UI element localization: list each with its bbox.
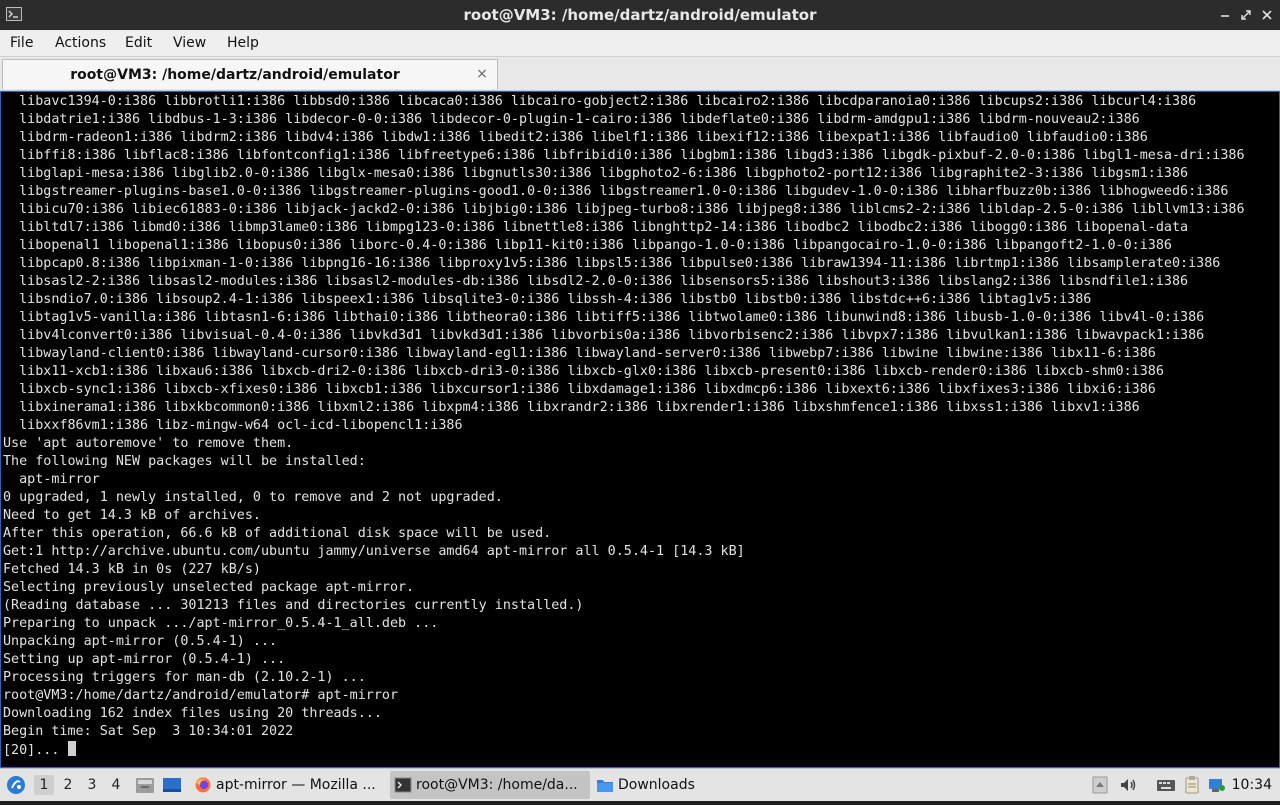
terminal-line: libicu70:i386 libiec61883-0:i386 libjack…	[3, 202, 1245, 217]
terminal-line: Selecting previously unselected package …	[3, 580, 415, 595]
terminal-line: libpcap0.8:i386 libpixman-1-0:i386 libpn…	[3, 256, 1221, 271]
terminal-line: libxinerama1:i386 libxkbcommon0:i386 lib…	[3, 400, 1140, 415]
terminal-line: root@VM3:/home/dartz/android/emulator# a…	[3, 688, 399, 703]
workspace-1[interactable]: 1	[34, 775, 54, 795]
keyboard-icon[interactable]	[1156, 775, 1176, 795]
menu-view[interactable]: View	[173, 30, 206, 56]
terminal-line: libv4lconvert0:i386 libvisual-0.4-0:i386…	[3, 328, 1205, 343]
tab-close-icon[interactable]: ×	[475, 67, 489, 81]
terminal-line: libdrm-radeon1:i386 libdrm2:i386 libdv4:…	[3, 130, 1148, 145]
terminal-line: Downloading 162 index files using 20 thr…	[3, 706, 382, 721]
terminal-line: libxcb-sync1:i386 libxcb-xfixes0:i386 li…	[3, 382, 1156, 397]
terminal-line: Setting up apt-mirror (0.5.4-1) ...	[3, 652, 286, 667]
tab-terminal[interactable]: root@VM3: /home/dartz/android/emulator ×	[2, 59, 498, 89]
terminal-line: libsndio7.0:i386 libsoup2.4-1:i386 libsp…	[3, 292, 1092, 307]
folder-icon	[597, 780, 613, 792]
tray-scroll-up-icon[interactable]	[1090, 775, 1110, 795]
menu-help[interactable]: Help	[227, 30, 259, 56]
minimize-icon[interactable]	[1217, 7, 1233, 23]
workspace-4[interactable]: 4	[106, 775, 126, 795]
terminal-line: libwayland-client0:i386 libwayland-curso…	[3, 346, 1156, 361]
terminal-line: Preparing to unpack .../apt-mirror_0.5.4…	[3, 616, 439, 631]
terminal-line: Unpacking apt-mirror (0.5.4-1) ...	[3, 634, 278, 649]
menu-bar: File Actions Edit View Help	[0, 30, 1280, 57]
menu-edit[interactable]: Edit	[125, 30, 152, 56]
clipboard-icon[interactable]	[1182, 775, 1202, 795]
terminal-line: libopenal1 libopenal1:i386 libopus0:i386…	[3, 238, 1172, 253]
terminal-output[interactable]: libavc1394-0:i386 libbrotli1:i386 libbsd…	[0, 91, 1280, 768]
terminal-line: Begin time: Sat Sep 3 10:34:01 2022	[3, 724, 294, 739]
terminal-line: Need to get 14.3 kB of archives.	[3, 508, 261, 523]
terminal-line: libx11-xcb1:i386 libxau6:i386 libxcb-dri…	[3, 364, 1164, 379]
terminal-line: libltdl7:i386 libmd0:i386 libmp3lame0:i3…	[3, 220, 1189, 235]
terminal-line: (Reading database ... 301213 files and d…	[3, 598, 584, 613]
terminal-line: After this operation, 66.6 kB of additio…	[3, 526, 552, 541]
terminal-line: libdatrie1:i386 libdbus-1-3:i386 libdeco…	[3, 112, 1140, 127]
terminal-lines: libavc1394-0:i386 libbrotli1:i386 libbsd…	[3, 93, 1277, 759]
terminal-line: 0 upgraded, 1 newly installed, 0 to remo…	[3, 490, 503, 505]
terminal-line: Fetched 14.3 kB in 0s (227 kB/s)	[3, 562, 261, 577]
task-label: Downloads	[618, 777, 695, 793]
task-label: root@VM3: /home/da...	[416, 777, 578, 793]
firefox-icon	[195, 777, 211, 793]
terminal-icon	[394, 777, 412, 793]
maximize-icon[interactable]	[1238, 7, 1254, 23]
task-downloads[interactable]: Downloads	[592, 771, 712, 799]
show-desktop-icon[interactable]	[160, 769, 184, 801]
terminal-line: Get:1 http://archive.ubuntu.com/ubuntu j…	[3, 544, 745, 559]
start-menu-icon[interactable]	[4, 769, 28, 801]
clock[interactable]: 10:34	[1232, 769, 1272, 801]
taskbar: 1 2 3 4 apt-mirror — Mozilla ... root@VM…	[0, 768, 1280, 801]
file-manager-launcher-icon[interactable]	[134, 769, 156, 801]
workspace-3[interactable]: 3	[82, 775, 102, 795]
terminal-line: libglapi-mesa:i386 libglib2.0-0:i386 lib…	[3, 166, 1189, 181]
terminal-line: libffi8:i386 libflac8:i386 libfontconfig…	[3, 148, 1245, 163]
task-firefox[interactable]: apt-mirror — Mozilla ...	[190, 771, 386, 799]
network-icon[interactable]	[1207, 775, 1227, 795]
terminal-line: The following NEW packages will be insta…	[3, 454, 366, 469]
terminal-line: [20]...	[3, 741, 1277, 759]
menu-actions[interactable]: Actions	[55, 30, 106, 56]
terminal-line: libsasl2-2:i386 libsasl2-modules:i386 li…	[3, 274, 1189, 289]
task-label: apt-mirror — Mozilla ...	[216, 777, 376, 793]
terminal-line: Processing triggers for man-db (2.10.2-1…	[3, 670, 366, 685]
tab-label: root@VM3: /home/dartz/android/emulator	[70, 67, 400, 83]
task-terminal[interactable]: root@VM3: /home/da...	[390, 771, 590, 799]
close-icon[interactable]	[1259, 7, 1275, 23]
terminal-line: apt-mirror	[3, 472, 100, 487]
terminal-cursor	[67, 741, 76, 756]
workspace-2[interactable]: 2	[58, 775, 78, 795]
menu-file[interactable]: File	[10, 30, 33, 56]
terminal-line: Use 'apt autoremove' to remove them.	[3, 436, 294, 451]
window-titlebar: root@VM3: /home/dartz/android/emulator	[0, 0, 1280, 30]
terminal-line: libavc1394-0:i386 libbrotli1:i386 libbsd…	[3, 94, 1197, 109]
terminal-line: libxxf86vm1:i386 libz-mingw-w64 ocl-icd-…	[3, 418, 463, 433]
terminal-line: libtag1v5-vanilla:i386 libtasn1-6:i386 l…	[3, 310, 1205, 325]
window-title: root@VM3: /home/dartz/android/emulator	[463, 6, 817, 24]
volume-icon[interactable]	[1118, 775, 1138, 795]
terminal-line: libgstreamer-plugins-base1.0-0:i386 libg…	[3, 184, 1229, 199]
tab-bar: root@VM3: /home/dartz/android/emulator ×	[0, 57, 1280, 91]
